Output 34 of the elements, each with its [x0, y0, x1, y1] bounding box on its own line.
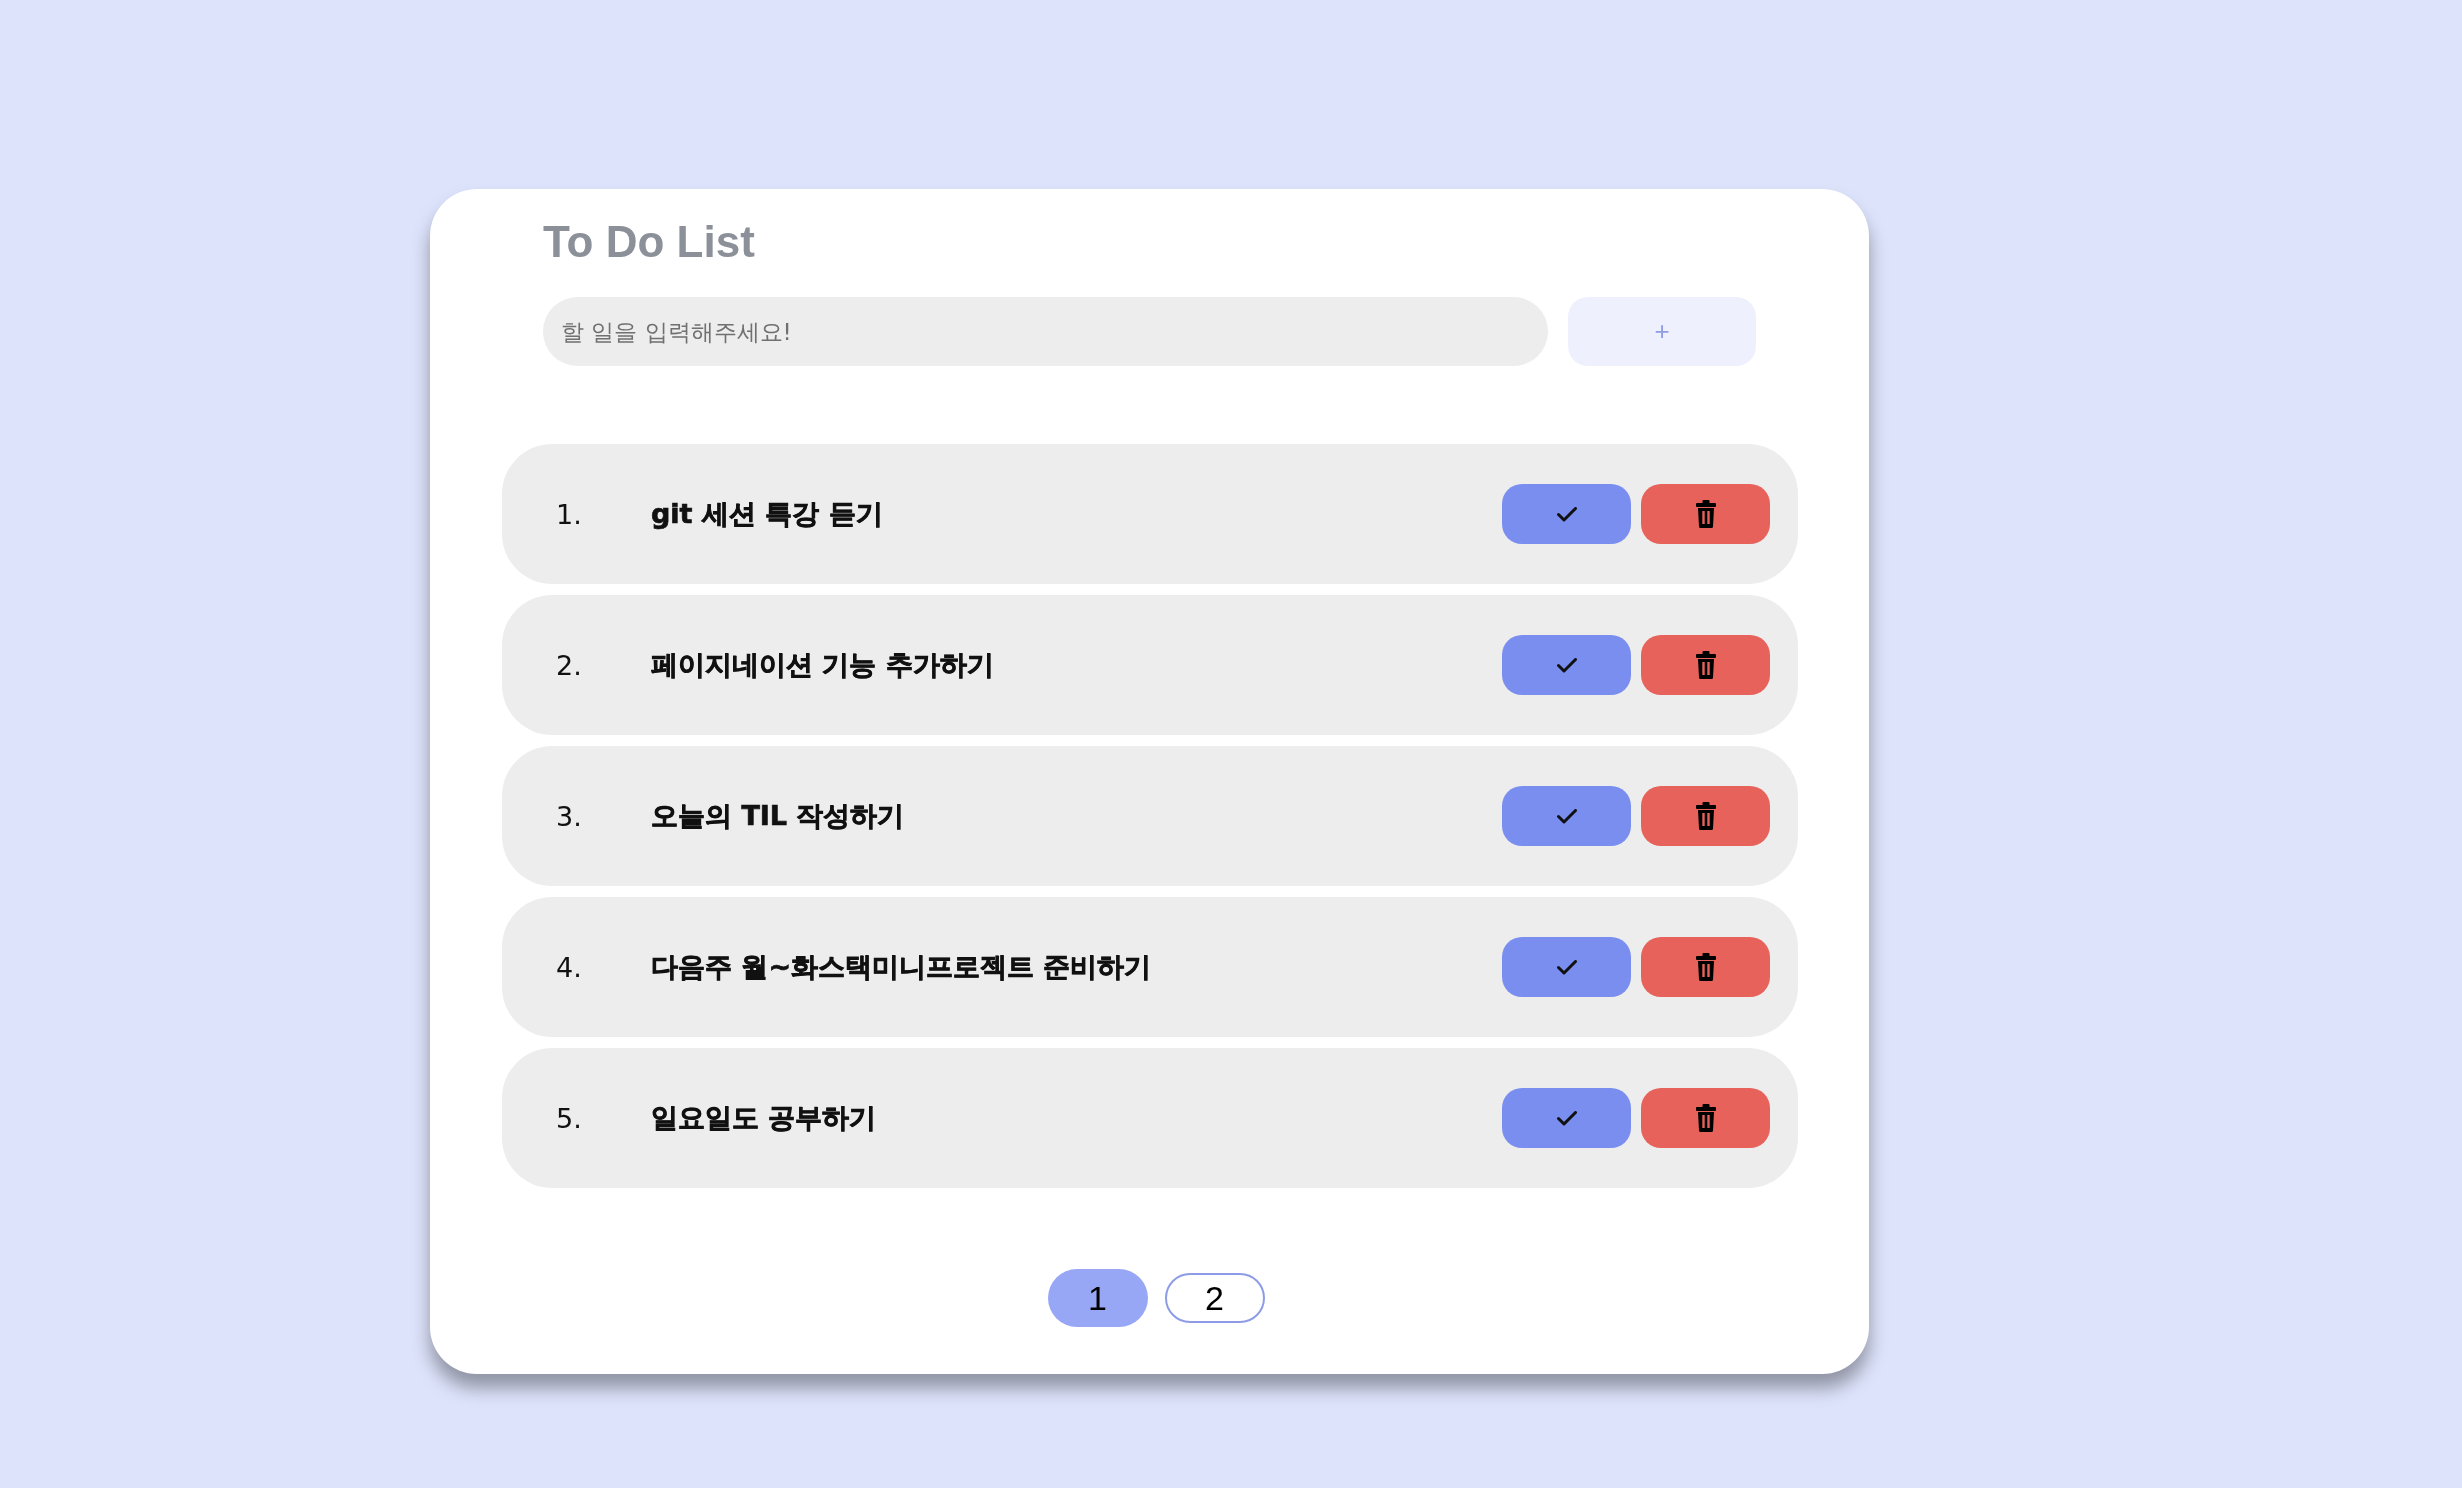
app-title: To Do List	[543, 216, 755, 268]
checkmark-icon	[1556, 506, 1577, 522]
trash-icon	[1695, 651, 1716, 679]
complete-button[interactable]	[1502, 786, 1631, 846]
task-number: 4.	[556, 951, 582, 983]
trash-icon	[1695, 953, 1716, 981]
trash-icon	[1695, 802, 1716, 830]
delete-button[interactable]	[1641, 1088, 1770, 1148]
checkmark-icon	[1556, 808, 1577, 824]
task-input-field[interactable]: 할 일을 입력해주세요!	[543, 297, 1548, 366]
page-button[interactable]: 1	[1047, 1269, 1148, 1327]
task-text: git 세션 특강 듣기	[651, 497, 883, 531]
checkmark-icon	[1556, 959, 1577, 975]
task-text: 페이지네이션 기능 추가하기	[651, 648, 994, 682]
trash-icon	[1695, 500, 1716, 528]
task-number: 5.	[556, 1102, 582, 1134]
task-text: 다음주 월~화스택미니프로젝트 준비하기	[651, 950, 1152, 984]
checkmark-icon	[1556, 1110, 1577, 1126]
complete-button[interactable]	[1502, 635, 1631, 695]
complete-button[interactable]	[1502, 484, 1631, 544]
task-number: 1.	[556, 498, 582, 530]
task-text: 오늘의 TIL 작성하기	[651, 799, 905, 833]
delete-button[interactable]	[1641, 937, 1770, 997]
task-number: 2.	[556, 649, 582, 681]
task-number: 3.	[556, 800, 582, 832]
delete-button[interactable]	[1641, 484, 1770, 544]
complete-button[interactable]	[1502, 937, 1631, 997]
complete-button[interactable]	[1502, 1088, 1631, 1148]
task-text: 일요일도 공부하기	[651, 1101, 877, 1135]
page-button[interactable]: 2	[1164, 1273, 1265, 1323]
delete-button[interactable]	[1641, 635, 1770, 695]
delete-button[interactable]	[1641, 786, 1770, 846]
checkmark-icon	[1556, 657, 1577, 673]
trash-icon	[1695, 1104, 1716, 1132]
